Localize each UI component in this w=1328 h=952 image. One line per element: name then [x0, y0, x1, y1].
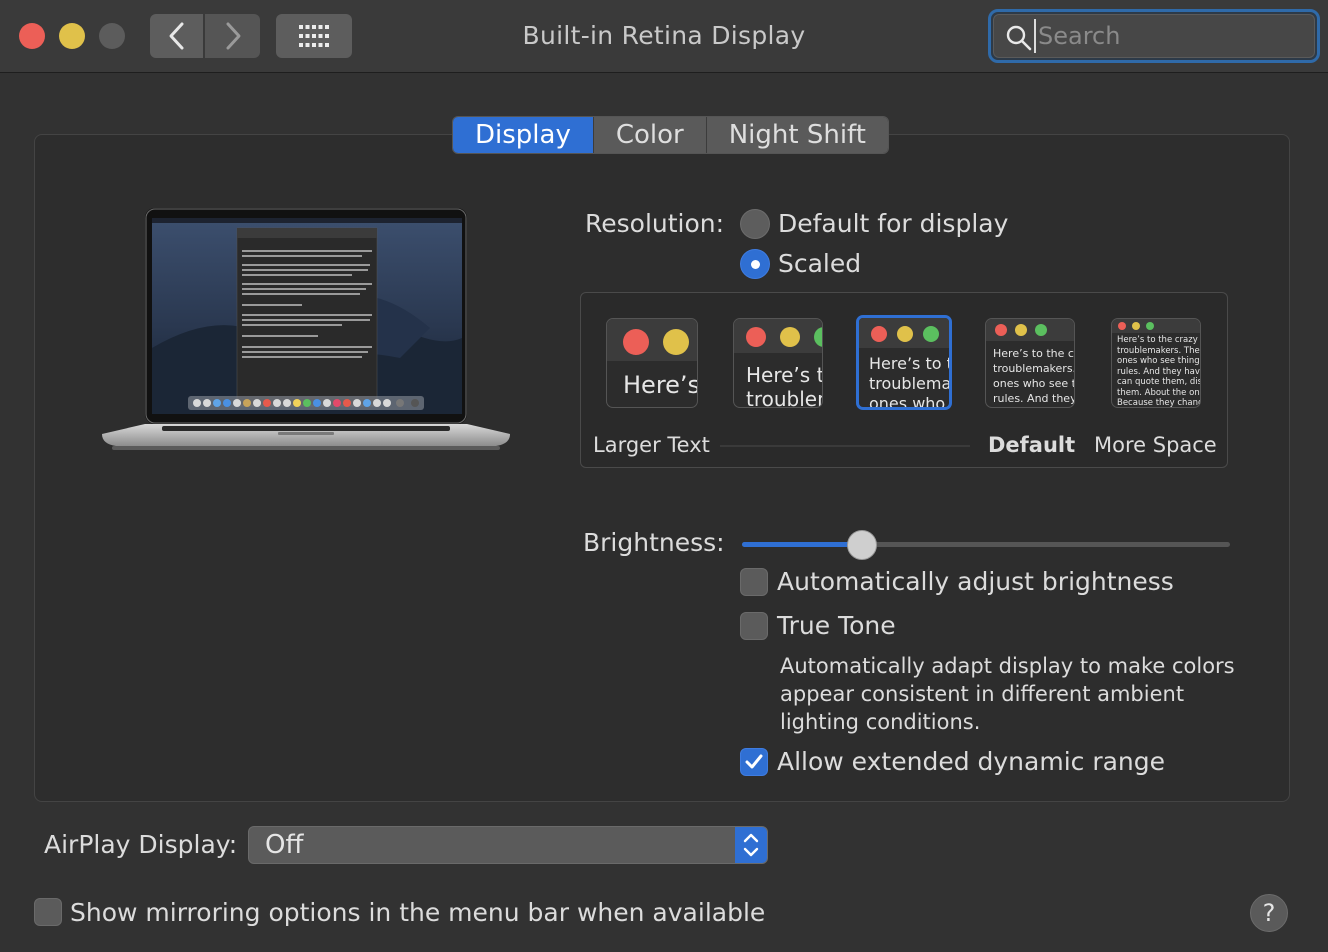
scale-option-4[interactable]: Here’s to the cr troublemakers. ones who… [985, 318, 1075, 408]
scale-option-2[interactable]: Here’s to troublem [733, 318, 823, 408]
thumb-sample-text: Here’s to the crazy one troublemakers. T… [1117, 335, 1201, 408]
true-tone-checkbox[interactable] [740, 612, 768, 640]
search-icon [1006, 25, 1032, 51]
default-label: Default [988, 433, 1076, 457]
search-input[interactable] [1034, 19, 1304, 53]
scale-option-default[interactable]: Here’s to t troublema ones who [856, 315, 952, 410]
green-dot-icon [1035, 324, 1047, 336]
mirroring-label[interactable]: Show mirroring options in the menu bar w… [70, 898, 765, 927]
edr-checkbox[interactable] [740, 748, 768, 776]
airplay-select-value: Off [265, 830, 304, 860]
red-dot-icon [746, 327, 766, 347]
thumb-sample-text: Here’s [623, 371, 698, 399]
green-dot-icon [1146, 322, 1154, 330]
yellow-dot-icon [663, 329, 689, 355]
option-default-for-display-label[interactable]: Default for display [778, 209, 1008, 238]
scale-divider [720, 445, 970, 447]
search-field[interactable] [988, 9, 1320, 63]
edr-label[interactable]: Allow extended dynamic range [777, 747, 1165, 776]
red-dot-icon [995, 324, 1007, 336]
thumb-sample-text: Here’s to t troublema ones who [869, 354, 952, 410]
mirroring-checkbox[interactable] [34, 898, 62, 926]
red-dot-icon [871, 326, 887, 342]
select-arrows-icon [735, 827, 767, 863]
help-button[interactable]: ? [1250, 894, 1288, 932]
red-dot-icon [623, 329, 649, 355]
tab-bar: Display Color Night Shift [452, 116, 889, 154]
scale-option-more-space[interactable]: Here’s to the crazy one troublemakers. T… [1111, 318, 1201, 408]
larger-text-label: Larger Text [593, 433, 710, 457]
resolution-label: Resolution: [585, 209, 725, 238]
option-scaled-label[interactable]: Scaled [778, 249, 861, 278]
yellow-dot-icon [1132, 322, 1140, 330]
radio-scaled[interactable] [740, 249, 770, 279]
airplay-label: AirPlay Display: [44, 830, 238, 859]
scale-option-larger-text[interactable]: Here’s [606, 318, 698, 408]
yellow-dot-icon [780, 327, 800, 347]
brightness-slider-fill [742, 542, 862, 547]
brightness-label: Brightness: [583, 528, 725, 557]
macbook-illustration [102, 208, 510, 450]
tab-display[interactable]: Display [453, 117, 594, 153]
radio-default-for-display[interactable] [740, 209, 770, 239]
yellow-dot-icon [897, 326, 913, 342]
checkmark-icon [745, 754, 763, 769]
red-dot-icon [1118, 322, 1126, 330]
thumb-sample-text: Here’s to the cr troublemakers. ones who… [993, 347, 1075, 405]
title-bar: Built-in Retina Display [0, 0, 1328, 73]
green-dot-icon [923, 326, 939, 342]
more-space-label: More Space [1094, 433, 1217, 457]
true-tone-description: Automatically adapt display to make colo… [780, 654, 1235, 734]
thumb-sample-text: Here’s to troublem [746, 363, 822, 408]
tab-night-shift[interactable]: Night Shift [706, 117, 888, 153]
tab-color[interactable]: Color [593, 117, 707, 153]
airplay-select[interactable]: Off [248, 826, 768, 864]
auto-brightness-label[interactable]: Automatically adjust brightness [777, 567, 1174, 596]
auto-brightness-checkbox[interactable] [740, 568, 768, 596]
brightness-slider-knob[interactable] [846, 530, 877, 560]
yellow-dot-icon [1015, 324, 1027, 336]
true-tone-label[interactable]: True Tone [777, 611, 896, 640]
search-field-inner [993, 14, 1315, 58]
